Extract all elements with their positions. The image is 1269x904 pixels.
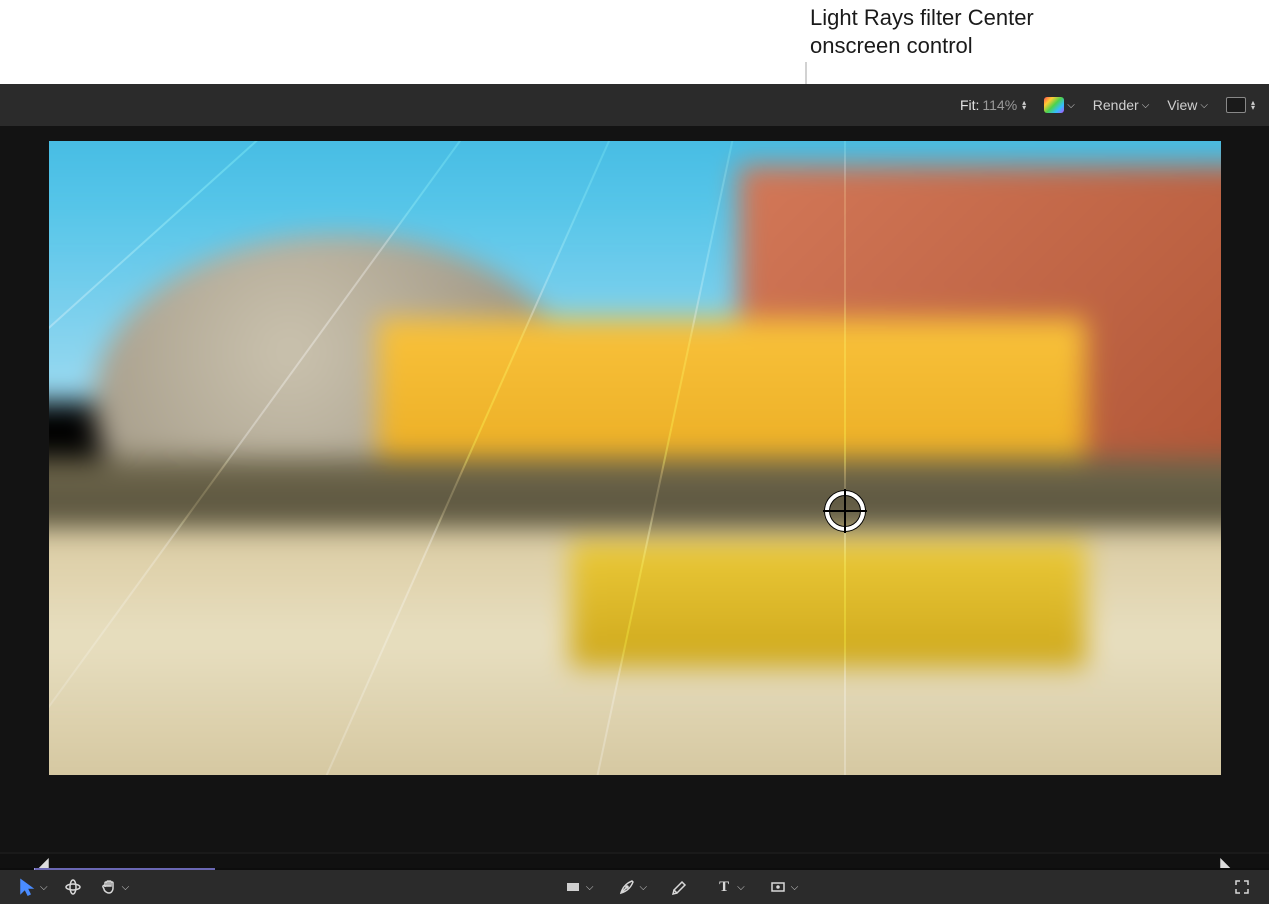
tools-toolbar: ⌵ ⌵ ⌵ ⌵ T ⌵ ⌵ [0,870,1269,904]
play-range-bar[interactable]: ◢ ◣ [0,854,1269,868]
fit-zoom-control[interactable]: Fit: 114% ▴▾ [960,97,1026,113]
stepper-icon: ▴▾ [1251,100,1255,110]
mask-tool[interactable]: ⌵ [767,876,799,898]
render-menu[interactable]: Render ⌵ [1093,97,1150,113]
3d-transform-tool[interactable] [62,876,84,898]
hand-icon [98,876,120,898]
pen-tool[interactable]: ⌵ [616,876,648,898]
fit-value: 114% [982,97,1017,113]
chevron-down-icon: ⌵ [737,882,745,893]
annotation-callout: Light Rays filter Center onscreen contro… [810,4,1034,59]
color-channels-icon [1044,97,1064,113]
view-label: View [1167,97,1197,113]
chevron-down-icon: ⌵ [1067,100,1075,111]
canvas-toolbar: Fit: 114% ▴▾ ⌵ Render ⌵ View ⌵ ▴▾ [0,84,1269,126]
color-channel-menu[interactable]: ⌵ [1044,97,1075,113]
chevron-down-icon: ⌵ [586,882,594,893]
layout-swatch-icon [1226,97,1246,113]
fullscreen-toggle[interactable] [1231,876,1253,898]
rectangle-mask-icon [767,876,789,898]
chevron-down-icon: ⌵ [1200,100,1208,111]
paint-stroke-tool[interactable] [669,876,691,898]
view-menu[interactable]: View ⌵ [1167,97,1208,113]
annotation-line1: Light Rays filter Center [810,4,1034,32]
canvas-image [49,141,1221,775]
select-tool[interactable]: ⌵ [16,876,48,898]
chevron-down-icon: ⌵ [1142,100,1150,111]
layout-menu[interactable]: ▴▾ [1226,97,1255,113]
app-window: Fit: 114% ▴▾ ⌵ Render ⌵ View ⌵ ▴▾ [0,84,1269,904]
viewer-canvas[interactable] [49,141,1221,775]
render-label: Render [1093,97,1139,113]
text-tool[interactable]: T ⌵ [713,876,745,898]
shape-tool[interactable]: ⌵ [562,876,594,898]
pen-nib-icon [616,876,638,898]
canvas-area [0,126,1269,852]
chevron-down-icon: ⌵ [640,882,648,893]
light-rays-center-control[interactable] [825,491,865,531]
chevron-down-icon: ⌵ [791,882,799,893]
rectangle-icon [562,876,584,898]
pan-tool[interactable]: ⌵ [98,876,130,898]
annotation-line2: onscreen control [810,32,1034,60]
fit-label: Fit: [960,97,979,113]
arrow-cursor-icon [16,876,38,898]
text-icon: T [713,876,735,898]
stepper-icon: ▴▾ [1022,100,1026,110]
chevron-down-icon: ⌵ [40,882,48,893]
chevron-down-icon: ⌵ [122,882,130,893]
